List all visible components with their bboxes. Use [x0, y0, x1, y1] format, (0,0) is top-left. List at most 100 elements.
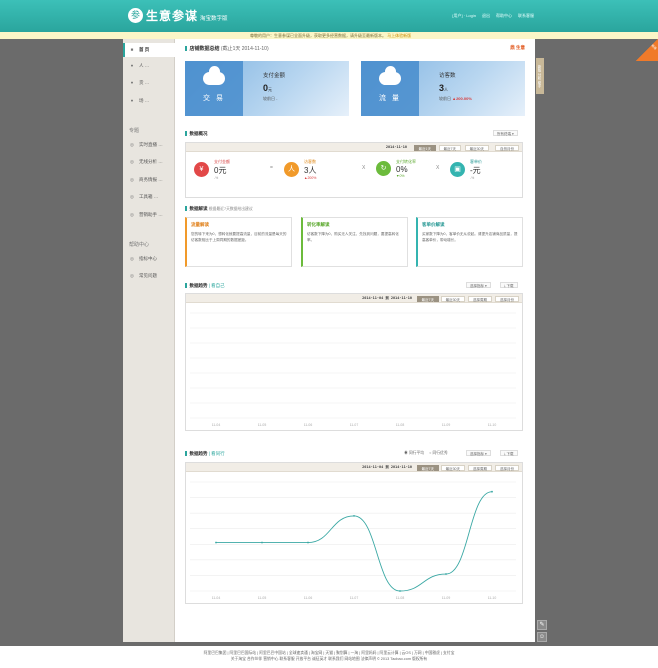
period-month[interactable]: 自然月份: [495, 144, 519, 151]
period-1d[interactable]: 最近1天: [413, 144, 436, 151]
period-month[interactable]: 选择月份: [495, 464, 519, 471]
user-link[interactable]: [用户] · Login: [452, 13, 476, 19]
sidebar-item-label: 首 页: [139, 47, 150, 52]
new-version-ribbon[interactable]: 新版: [636, 39, 658, 61]
sidebar-item-label: 商务情报 …: [139, 177, 163, 182]
period-custom[interactable]: 选择周期: [468, 464, 492, 471]
sidebar-item-live[interactable]: ◎ 实时直播 …: [123, 138, 175, 152]
sidebar-item-faq[interactable]: ◎ 常见问题: [123, 269, 175, 283]
period-7d[interactable]: 最近7天: [416, 464, 439, 471]
faq-icon: ◎: [130, 273, 134, 278]
sidebar-item-label: 指标中心: [139, 256, 157, 261]
x-tick-label: 11-07: [350, 423, 359, 427]
traffic-metric: 访客数 3人 较前日 ▲200.00%: [439, 71, 472, 102]
sidebar-item-place[interactable]: ● 场 …: [123, 94, 175, 108]
sidebar-item-label: 无线分析 …: [139, 159, 163, 164]
period-7d[interactable]: 最近7天: [416, 295, 439, 302]
period-30d[interactable]: 最近30天: [440, 464, 465, 471]
sidebar-item-intel[interactable]: ◎ 商务情报 …: [123, 173, 175, 187]
logo[interactable]: 参 生意参谋 淘宝数字版: [128, 7, 228, 24]
period-month[interactable]: 选择月份: [495, 295, 519, 302]
notice-text: 尊敬的用户：生意参谋已全面升级，获取更多经营数据，请升级至最新版本。: [250, 33, 386, 38]
tip-title: 流量解读: [191, 222, 209, 227]
series-line: [215, 491, 493, 592]
metric-label: 访客数: [439, 73, 456, 79]
terminal-dropdown[interactable]: 所有终端 ▾: [493, 130, 518, 136]
interp-subtitle: 根据最近7天数据给出建议: [208, 207, 253, 211]
feedback-icon[interactable]: ✎: [537, 620, 547, 630]
live-icon: ◎: [130, 142, 134, 147]
overview-bar: 2014-11-10 最近1天 最近7天 最近30天 自然月份: [186, 143, 522, 152]
metric-label: 支付金额: [263, 73, 286, 79]
download-button[interactable]: ⤓ 下载: [500, 450, 518, 456]
kpi-unit-price[interactable]: ▣ 客单价 -元 -%: [450, 159, 482, 180]
sidebar-item-home[interactable]: ■ 首 页: [123, 43, 175, 57]
trade-tile: 交 易: [185, 61, 243, 116]
data-point[interactable]: [445, 573, 447, 575]
traffic-card[interactable]: 流 量 访客数 3人 较前日 ▲200.00%: [361, 61, 525, 116]
sidebar-item-metrics[interactable]: ◎ 指标中心: [123, 252, 175, 266]
radio-peer-best[interactable]: ○ 同行优秀: [429, 451, 448, 455]
x-tick-label: 11-04: [212, 423, 221, 427]
sidebar-item-label: 场 …: [139, 98, 150, 103]
sidebar-item-label: 人 …: [139, 63, 150, 68]
overview-title: 数据概况: [185, 131, 208, 137]
help-link[interactable]: 帮助中心: [496, 13, 512, 19]
notice-link[interactable]: 马上体验新版: [387, 33, 411, 38]
data-point[interactable]: [399, 590, 401, 592]
tile-label: 流 量: [379, 95, 401, 102]
sidebar-item-people[interactable]: ● 人 …: [123, 59, 175, 73]
trend-peer-bar: 2014-11-04 到 2014-11-10 最近7天 最近30天 选择周期 …: [186, 463, 522, 472]
x-tick-label: 11-05: [258, 423, 267, 427]
operator-times: X: [436, 165, 440, 171]
trend-self-panel: 2014-11-04 到 2014-11-10 最近7天 最近30天 选择周期 …: [185, 293, 523, 431]
logo-icon: 参: [128, 8, 143, 23]
contact-link[interactable]: 联系客服: [518, 13, 534, 19]
trend-self-title: 数据趋势 | 看自己: [185, 283, 225, 289]
yen-icon: ¥: [194, 162, 209, 177]
download-label: 下载: [506, 452, 514, 456]
metric-select[interactable]: 选择指标 ▾: [466, 282, 491, 288]
trade-card[interactable]: 交 易 支付金额 0元 较前日 -: [185, 61, 349, 116]
right-side-tab[interactable]: 新版 分析 助手: [536, 58, 544, 94]
download-button[interactable]: ⤓ 下载: [500, 282, 518, 288]
x-tick-label: 11-09: [442, 423, 451, 427]
period-custom[interactable]: 选择周期: [468, 295, 492, 302]
kpi-cmp: ▲200%: [304, 176, 317, 180]
interpretation-title: 数据解读 根据最近7天数据给出建议: [185, 206, 253, 212]
data-point[interactable]: [491, 490, 493, 493]
tip-body: 您的转下来为0，想转化就要提高流量，目前的流量是每天的访客数相比于上周同期的数据…: [191, 232, 287, 242]
kpi-visitors[interactable]: 人访客数 3人 ▲200%: [284, 159, 316, 180]
tip-title: 客单价解读: [422, 222, 445, 227]
period-30d[interactable]: 最近30天: [440, 295, 465, 302]
sidebar-item-marketing[interactable]: ◎ 营销助手 …: [123, 208, 175, 222]
cmp-value: -: [276, 96, 278, 101]
trend-title: 数据趋势: [189, 451, 208, 456]
place-icon: ●: [130, 98, 134, 103]
tip-body: 访客数下降为0，购买无人关注，先找到问题，要提高转化率。: [307, 232, 399, 242]
period-7d[interactable]: 最近7天: [438, 144, 461, 151]
metric-select[interactable]: 选择指标 ▾: [466, 450, 491, 456]
toolbox-icon: ◎: [130, 194, 134, 199]
sidebar-item-tools[interactable]: ◎ 工具箱 …: [123, 190, 175, 204]
data-point[interactable]: [307, 541, 309, 544]
data-point[interactable]: [353, 515, 355, 517]
sidebar-section-topics: 专题: [129, 128, 140, 134]
sidebar: ■ 首 页 ● 人 … ● 货 … ● 场 … 专题 ◎ 实时直播 … ◎ 无线分析 … ◎…: [123, 39, 175, 642]
person-icon: ●: [130, 63, 134, 68]
tip-body: 买家数下降为0，客单价无从说起。请提升店铺商品质量，提高客单价，带动增长。: [422, 232, 518, 242]
data-point[interactable]: [215, 541, 217, 544]
cmp-label: 较前日: [439, 96, 451, 101]
radio-peer-avg[interactable]: ◉ 同行平均: [404, 451, 424, 455]
kpi-pay-amount[interactable]: ¥ 支付金额 0元 -%: [194, 159, 230, 180]
x-tick-label: 11-04: [212, 596, 221, 600]
kpi-conversion[interactable]: ↻ 支付转化率 0% ▼0%: [376, 159, 416, 178]
sidebar-item-mobile[interactable]: ◎ 无线分析 …: [123, 155, 175, 169]
x-tick-label: 11-06: [304, 596, 313, 600]
data-point[interactable]: [261, 541, 263, 544]
logout-link[interactable]: 退出: [482, 13, 490, 19]
period-30d[interactable]: 最近30天: [464, 144, 489, 151]
trend-peer-chart: 11-04 11-05 11-06 11-07 11-08 11-09 11-10: [190, 481, 516, 600]
sidebar-item-goods[interactable]: ● 货 …: [123, 76, 175, 90]
chat-icon[interactable]: ☺: [537, 632, 547, 642]
